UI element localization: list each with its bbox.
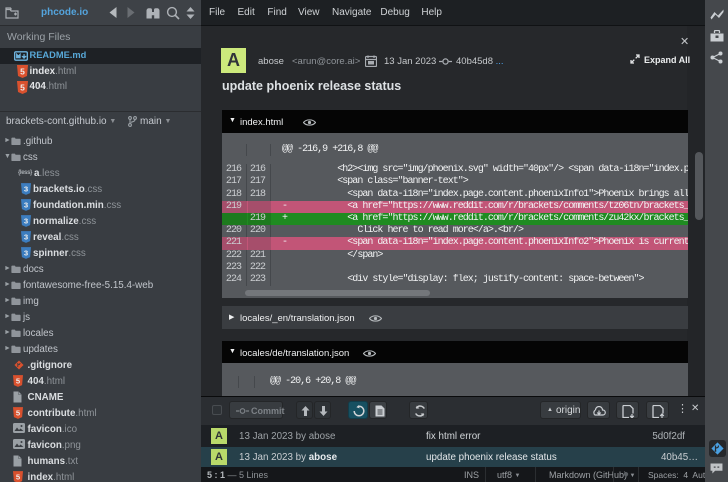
svg-text:5: 5: [20, 67, 25, 77]
svg-text:5: 5: [16, 409, 21, 418]
svg-text:3: 3: [24, 185, 29, 194]
svg-text:3: 3: [24, 201, 29, 210]
svg-text:5: 5: [20, 82, 25, 92]
svg-text:5: 5: [16, 377, 21, 386]
svg-text:3: 3: [24, 233, 29, 242]
svg-text:3: 3: [24, 217, 29, 226]
svg-text:5: 5: [16, 473, 21, 482]
svg-text:3: 3: [24, 249, 29, 258]
